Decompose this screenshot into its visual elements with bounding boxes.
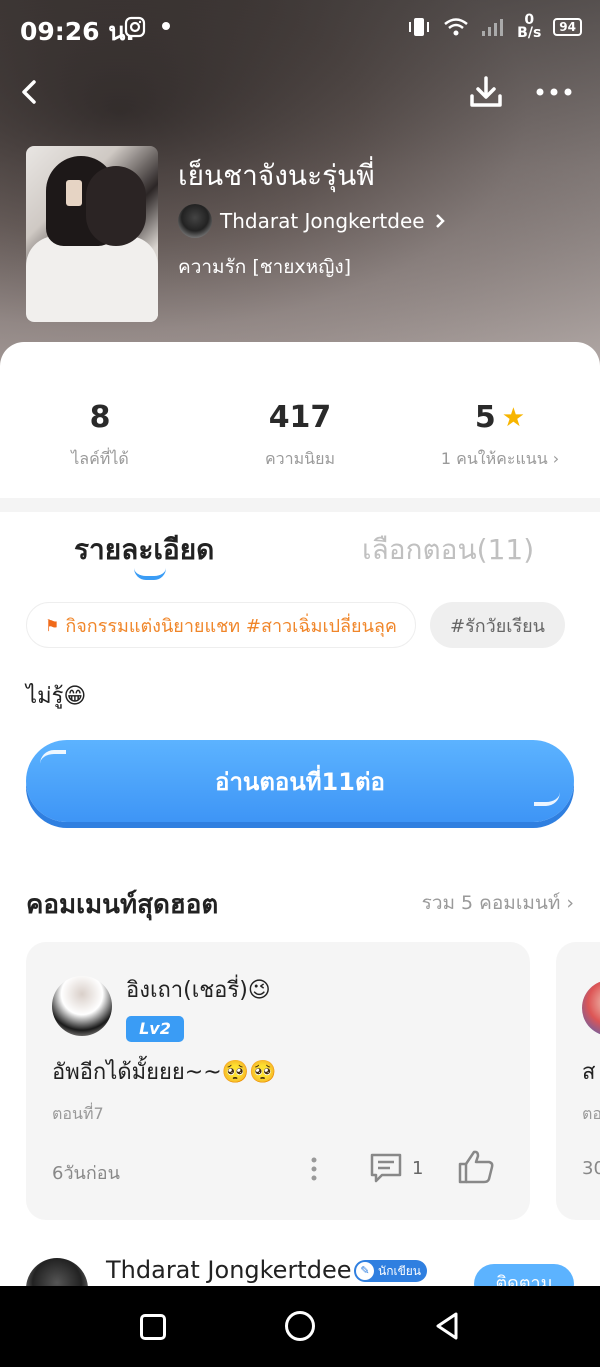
back-button[interactable] bbox=[12, 74, 48, 110]
reply-button[interactable] bbox=[368, 1150, 404, 1186]
triangle-back-icon bbox=[436, 1312, 458, 1340]
vibrate-icon bbox=[409, 18, 430, 36]
system-navigation-bar bbox=[0, 1286, 600, 1367]
author-avatar bbox=[178, 204, 212, 238]
flag-icon: ⚑ bbox=[45, 615, 60, 635]
star-icon: ★ bbox=[501, 402, 526, 433]
comment-text: ส bbox=[582, 1060, 596, 1085]
activity-tag[interactable]: ⚑ กิจกรรมแต่งนิยายแชท #สาวเฉิ่มเปลี่ยนลุ… bbox=[26, 602, 416, 648]
hot-comments-header: คอมเมนท์สุดฮอต รวม 5 คอมเมนท์ › bbox=[26, 882, 574, 922]
chevron-right-icon bbox=[435, 214, 445, 228]
like-button[interactable] bbox=[456, 1148, 496, 1186]
author-name: Thdarat Jongkertdee bbox=[220, 209, 425, 233]
wifi-icon bbox=[444, 18, 468, 36]
continue-reading-button[interactable]: อ่านตอนที่11ต่อ bbox=[26, 740, 574, 822]
stat-likes: 8 ไลค์ที่ได้ bbox=[71, 400, 129, 468]
comment-menu-button[interactable] bbox=[302, 1152, 326, 1186]
system-back-button[interactable] bbox=[432, 1310, 464, 1342]
download-button[interactable] bbox=[466, 72, 506, 112]
recent-apps-button[interactable] bbox=[140, 1314, 166, 1340]
comment-text: อัพอีกได้มั้ยยย~~🥺🥺 bbox=[52, 1060, 277, 1085]
more-horizontal-icon bbox=[536, 88, 572, 96]
hashtag-tag[interactable]: #รักวัยเรียน bbox=[429, 602, 565, 648]
notification-dot-icon bbox=[162, 22, 170, 30]
tab-details[interactable]: รายละเอียด bbox=[74, 528, 214, 572]
more-vertical-icon bbox=[311, 1157, 317, 1181]
story-genre: ความรัก [ชายxหญิง] bbox=[178, 256, 352, 278]
commenter-name: Thdarat Jongkertdee bbox=[106, 1256, 352, 1284]
status-bar: 09:26 น. 0 B/s 94 bbox=[0, 0, 600, 56]
stat-popularity: 417 ความนิยม bbox=[264, 400, 336, 468]
instagram-icon bbox=[124, 16, 146, 42]
writer-icon: ✎ bbox=[356, 1262, 374, 1280]
home-button[interactable] bbox=[285, 1311, 315, 1341]
commenter-name: อิงเถา(เชอรี่)😉 bbox=[126, 978, 271, 1003]
all-comments-link[interactable]: รวม 5 คอมเมนท์ › bbox=[422, 888, 574, 918]
writer-badge: ✎ นักเขียน bbox=[354, 1260, 428, 1282]
author-link[interactable]: Thdarat Jongkertdee bbox=[178, 204, 447, 238]
story-title: เย็นชาจังนะรุ่นพี่ bbox=[178, 159, 375, 192]
comment-card[interactable]: ส ตอ 30 bbox=[556, 942, 600, 1220]
hot-comments-title: คอมเมนท์สุดฮอต bbox=[26, 890, 219, 920]
comment-time: 30 bbox=[582, 1158, 600, 1179]
comment-card[interactable]: อิงเถา(เชอรี่)😉 Lv2 อัพอีกได้มั้ยยย~~🥺🥺 … bbox=[26, 942, 530, 1220]
tag-row: ⚑ กิจกรรมแต่งนิยายแชท #สาวเฉิ่มเปลี่ยนลุ… bbox=[26, 602, 565, 648]
avatar[interactable] bbox=[582, 980, 600, 1036]
chevron-left-icon bbox=[22, 80, 36, 104]
signal-icon bbox=[482, 19, 504, 36]
battery-indicator: 94 bbox=[553, 18, 582, 36]
reply-count: 1 bbox=[412, 1158, 424, 1179]
story-description: ไม่รู้😁 bbox=[26, 684, 87, 709]
net-speed: 0 B/s bbox=[517, 12, 542, 41]
status-icons: 0 B/s 94 bbox=[407, 12, 582, 41]
status-time: 09:26 น. bbox=[20, 17, 135, 46]
section-divider bbox=[0, 498, 600, 512]
comment-episode: ตอนที่7 bbox=[52, 1104, 104, 1123]
download-icon bbox=[470, 76, 502, 107]
story-cover-image[interactable] bbox=[26, 146, 158, 322]
top-navigation bbox=[0, 70, 600, 114]
more-options-button[interactable] bbox=[532, 72, 576, 112]
comment-icon bbox=[370, 1153, 402, 1183]
level-badge: Lv2 bbox=[126, 1016, 184, 1042]
stats-row: 8 ไลค์ที่ได้ 417 ความนิยม 5 ★ 1 คนให้คะแ… bbox=[0, 400, 600, 480]
comment-time: 6วันก่อน bbox=[52, 1163, 120, 1184]
comment-episode: ตอ bbox=[582, 1104, 600, 1123]
stat-rating[interactable]: 5 ★ 1 คนให้คะแนน › bbox=[400, 400, 600, 480]
tab-episodes[interactable]: เลือกตอน(11) bbox=[362, 528, 534, 572]
thumbs-up-icon bbox=[458, 1150, 494, 1184]
story-detail-sheet: 8 ไลค์ที่ได้ 417 ความนิยม 5 ★ 1 คนให้คะแ… bbox=[0, 342, 600, 1320]
avatar[interactable] bbox=[52, 976, 112, 1036]
active-tab-indicator bbox=[134, 568, 166, 580]
tab-bar: รายละเอียด เลือกตอน(11) bbox=[0, 524, 600, 584]
